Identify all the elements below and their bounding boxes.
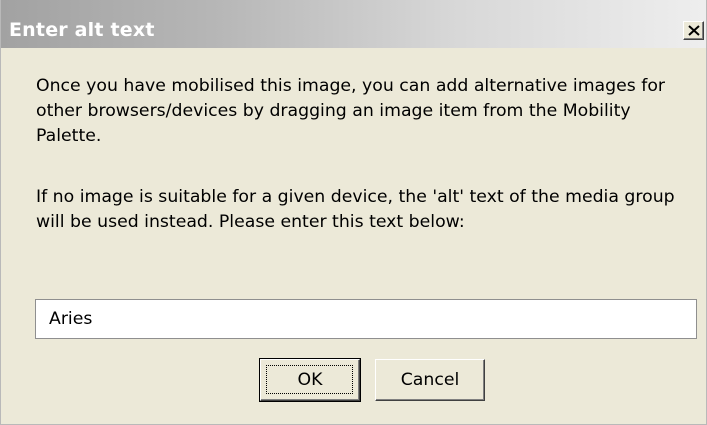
- cancel-button[interactable]: Cancel: [375, 359, 485, 401]
- close-button[interactable]: [683, 21, 704, 40]
- alt-text-input[interactable]: [35, 299, 697, 339]
- instruction-text: Once you have mobilised this image, you …: [36, 76, 666, 146]
- ok-button[interactable]: OK: [259, 358, 361, 402]
- dialog-title: Enter alt text: [9, 19, 155, 41]
- title-bar[interactable]: Enter alt text: [1, 0, 706, 48]
- alt-text-dialog: Enter alt text Once you have mobilised t…: [0, 0, 707, 425]
- cancel-button-label: Cancel: [400, 370, 460, 390]
- alt-text-instruction: If no image is suitable for a given devi…: [36, 187, 675, 232]
- ok-button-label: OK: [297, 370, 323, 390]
- close-icon: [688, 25, 700, 36]
